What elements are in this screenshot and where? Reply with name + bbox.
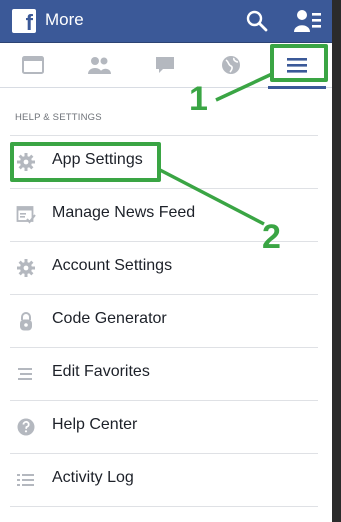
settings-menu: App Settings Manage News Feed Account Se… — [0, 135, 332, 507]
activity-log-icon — [17, 474, 34, 486]
menu-item-label: Help Center — [52, 416, 138, 433]
facebook-logo-icon[interactable]: f — [12, 9, 36, 33]
friends-icon — [88, 57, 111, 74]
annotation-box-app-settings — [10, 142, 161, 182]
menu-item-label: Activity Log — [52, 469, 134, 486]
search-icon[interactable] — [244, 8, 270, 34]
menu-item-label: Account Settings — [52, 257, 173, 274]
top-bar: f More — [0, 0, 341, 43]
tab-friends[interactable] — [66, 43, 132, 87]
annotation-step-2: 2 — [262, 218, 281, 256]
globe-icon — [222, 56, 240, 74]
lock-icon — [20, 312, 32, 331]
menu-item-activity-log[interactable]: Activity Log — [10, 454, 318, 507]
section-header: HELP & SETTINGS — [15, 112, 102, 123]
menu-item-label: Manage News Feed — [52, 204, 196, 221]
annotation-box-menu — [270, 44, 328, 82]
tab-news-feed[interactable] — [0, 43, 66, 87]
screen-edge — [332, 0, 341, 522]
page-title: More — [45, 10, 84, 29]
menu-item-code-generator[interactable]: Code Generator — [10, 295, 318, 348]
menu-item-label: Code Generator — [52, 310, 167, 327]
news-feed-settings-icon — [16, 206, 36, 224]
gear-icon — [17, 259, 35, 277]
list-icon — [18, 368, 32, 380]
menu-item-edit-favorites[interactable]: Edit Favorites — [10, 348, 318, 401]
menu-item-label: Edit Favorites — [52, 363, 150, 380]
news-feed-icon — [22, 56, 44, 74]
annotation-step-1: 1 — [189, 80, 208, 118]
help-icon — [17, 418, 35, 436]
friend-requests-icon[interactable] — [293, 8, 323, 34]
menu-item-help-center[interactable]: Help Center — [10, 401, 318, 454]
messages-icon — [156, 57, 174, 73]
